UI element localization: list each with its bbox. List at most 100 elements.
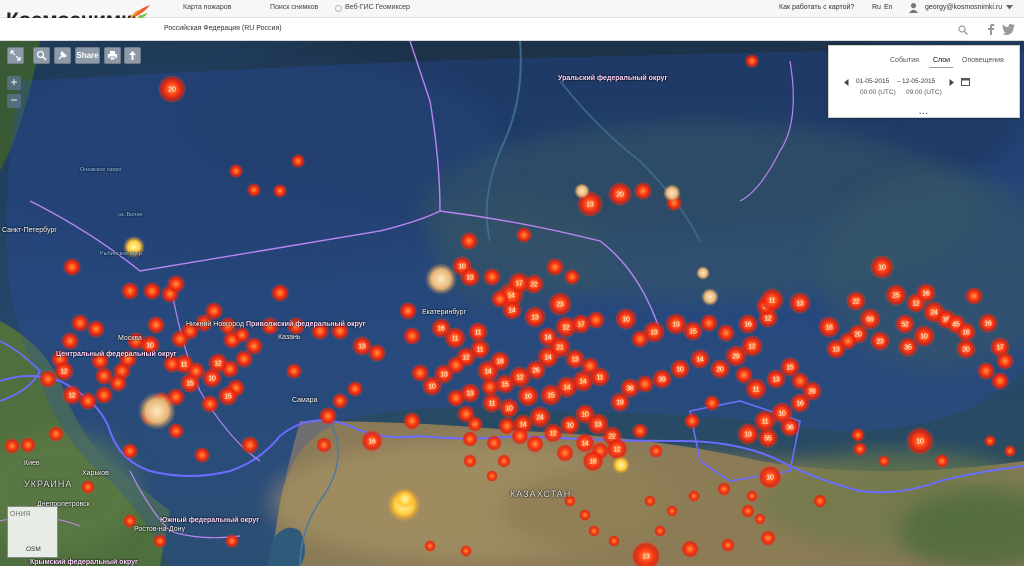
chevron-down-icon[interactable] — [1006, 5, 1013, 10]
fire-cluster[interactable] — [447, 389, 465, 407]
fire-cluster[interactable] — [167, 275, 185, 293]
fire-cluster[interactable] — [977, 362, 995, 380]
calendar-icon[interactable] — [961, 77, 970, 86]
fire-map[interactable]: 20 13 20 10 13 14 17 22 23 13 14 14 12 17 10 13 13 15 16 12… — [0, 41, 1024, 566]
fire-cluster[interactable] — [4, 438, 20, 454]
fire-cluster[interactable] — [411, 364, 429, 382]
fire-cluster[interactable] — [81, 480, 95, 494]
chevron-left-icon[interactable] — [844, 79, 849, 86]
search-tool-button[interactable] — [33, 47, 50, 64]
fire-cluster[interactable] — [579, 509, 591, 521]
fire-cluster[interactable] — [241, 436, 259, 454]
collapse-button[interactable] — [7, 47, 24, 64]
fire-cluster[interactable] — [497, 454, 511, 468]
fire-cluster[interactable] — [649, 444, 663, 458]
fire-cluster[interactable] — [138, 392, 176, 430]
fire-cluster[interactable] — [564, 269, 580, 285]
fire-cluster[interactable] — [684, 413, 700, 429]
fire-cluster[interactable] — [194, 447, 210, 463]
fire-cluster[interactable] — [87, 320, 105, 338]
fire-cluster[interactable] — [654, 525, 666, 537]
fire-cluster[interactable] — [403, 412, 421, 430]
location-breadcrumb[interactable]: Российская Федерация (RU Россия) — [164, 25, 282, 32]
fire-cluster[interactable] — [746, 490, 758, 502]
date-from[interactable]: 01-05-2015 — [856, 78, 889, 85]
fire-cluster[interactable] — [851, 428, 865, 442]
fire-cluster[interactable] — [965, 287, 983, 305]
more-button[interactable]: ... — [919, 107, 929, 116]
fire-cluster[interactable] — [271, 284, 289, 302]
fire-cluster[interactable] — [486, 470, 498, 482]
fire-cluster[interactable] — [273, 184, 287, 198]
fire-cluster[interactable] — [745, 54, 759, 68]
fire-cluster[interactable] — [666, 505, 678, 517]
fire-cluster[interactable] — [460, 232, 478, 250]
fire-cluster[interactable] — [556, 444, 574, 462]
fire-cluster[interactable] — [201, 395, 219, 413]
tab-events[interactable]: События — [890, 57, 919, 64]
fire-cluster[interactable] — [425, 263, 457, 295]
fire-cluster[interactable] — [399, 302, 417, 320]
lang-en[interactable]: En — [884, 4, 893, 11]
fire-cluster[interactable] — [688, 490, 700, 502]
fire-cluster[interactable] — [813, 494, 827, 508]
fire-cluster[interactable] — [760, 530, 776, 546]
zoom-out-button[interactable]: − — [7, 94, 21, 108]
facebook-icon[interactable] — [986, 23, 996, 35]
fire-cluster[interactable] — [634, 182, 652, 200]
fire-cluster[interactable] — [700, 314, 718, 332]
search-icon[interactable] — [958, 25, 968, 35]
fire-cluster[interactable] — [332, 393, 348, 409]
fire-cluster[interactable] — [462, 431, 478, 447]
fire-cluster[interactable] — [225, 534, 239, 548]
fire-cluster[interactable] — [663, 184, 681, 202]
fire-cluster[interactable] — [681, 540, 699, 558]
fire-cluster[interactable] — [853, 442, 867, 456]
fire-cluster[interactable] — [721, 538, 735, 552]
fire-cluster[interactable] — [95, 386, 113, 404]
fire-cluster[interactable] — [588, 525, 600, 537]
print-button[interactable] — [104, 47, 121, 64]
fire-cluster[interactable] — [395, 489, 415, 509]
fire-cluster[interactable] — [122, 443, 138, 459]
fire-cluster[interactable] — [319, 407, 337, 425]
share-button[interactable]: Share — [75, 47, 100, 64]
fire-cluster[interactable] — [741, 504, 755, 518]
fire-cluster[interactable] — [481, 378, 499, 396]
tab-layers[interactable]: Слои — [933, 57, 950, 64]
fire-cluster[interactable] — [168, 423, 184, 439]
overview-minimap[interactable]: ОНИЯ OSM — [7, 506, 58, 558]
fire-cluster[interactable] — [39, 370, 57, 388]
fire-cluster[interactable] — [286, 363, 302, 379]
fire-cluster[interactable] — [498, 417, 516, 435]
how-to-link[interactable]: Как работать с картой? — [779, 4, 854, 11]
fire-cluster[interactable] — [460, 545, 472, 557]
nav-fire-map[interactable]: Карта пожаров — [183, 4, 231, 11]
fire-cluster[interactable] — [291, 154, 305, 168]
fire-cluster[interactable] — [147, 316, 165, 334]
fire-cluster[interactable] — [121, 282, 139, 300]
fire-cluster[interactable] — [704, 395, 720, 411]
fire-cluster[interactable] — [632, 423, 648, 439]
nav-geomixer[interactable]: Веб-ГИС Геомиксер — [335, 4, 410, 12]
map-canvas[interactable]: 20132010131417 222313141412 17101313151612… — [0, 41, 1024, 566]
fire-cluster[interactable] — [608, 535, 620, 547]
fire-cluster[interactable] — [587, 311, 605, 329]
fire-cluster[interactable] — [403, 327, 421, 345]
fire-cluster[interactable] — [516, 227, 532, 243]
fire-cluster[interactable] — [463, 454, 477, 468]
fire-cluster[interactable] — [696, 266, 710, 280]
lang-ru[interactable]: Ru — [872, 4, 881, 11]
fire-cluster[interactable] — [205, 302, 223, 320]
fire-cluster[interactable] — [424, 540, 436, 552]
fire-cluster[interactable] — [71, 314, 89, 332]
chevron-right-icon[interactable] — [949, 79, 954, 86]
fire-cluster[interactable] — [574, 183, 590, 199]
fire-cluster[interactable] — [483, 268, 501, 286]
fire-cluster[interactable] — [935, 454, 949, 468]
fire-cluster[interactable] — [636, 375, 654, 393]
fire-cluster[interactable] — [717, 324, 735, 342]
fire-cluster[interactable] — [612, 456, 630, 474]
nav-image-search[interactable]: Поиск снимков — [270, 4, 318, 11]
fire-cluster[interactable] — [48, 426, 64, 442]
